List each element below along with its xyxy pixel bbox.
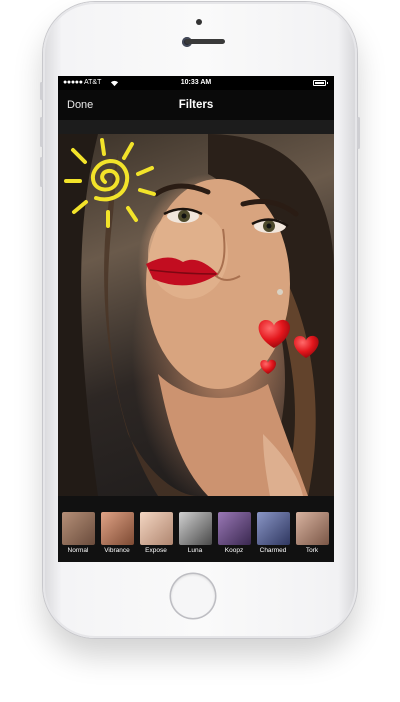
battery-icon [313, 80, 328, 86]
photo-canvas[interactable] [58, 134, 334, 496]
filter-label: Charmed [259, 547, 287, 554]
hearts-sticker[interactable] [254, 316, 324, 376]
filter-label: Luna [187, 547, 203, 554]
filter-thumbnail [178, 512, 212, 545]
filter-thumbnail [100, 512, 134, 545]
filter-label: Expose [145, 547, 167, 554]
filter-vibrance[interactable]: Vibrance [99, 512, 135, 556]
filter-koopz[interactable]: Koopz [216, 512, 252, 556]
filter-thumbnail [256, 512, 290, 545]
filter-thumbnail [295, 512, 329, 545]
filter-label: Normal [67, 547, 89, 554]
page-title: Filters [178, 99, 214, 111]
filter-charmed[interactable]: Charmed [255, 512, 291, 556]
proximity-sensor [196, 19, 202, 25]
mute-switch [40, 82, 43, 100]
sun-sticker[interactable] [60, 136, 156, 232]
power-button [357, 117, 360, 149]
home-button[interactable] [171, 574, 215, 618]
toolbar-divider [58, 120, 334, 134]
filter-thumbnail [217, 512, 251, 545]
filter-label: Tork [305, 547, 319, 554]
filter-expose[interactable]: Expose [138, 512, 174, 556]
earpiece-speaker [185, 39, 225, 44]
clock: 10:33 AM [180, 79, 212, 86]
filter-normal[interactable]: Normal [60, 512, 96, 556]
filter-thumbnail [61, 512, 95, 545]
filter-thumbnail [139, 512, 173, 545]
filter-luna[interactable]: Luna [177, 512, 213, 556]
filter-strip: Normal Vibrance Expose Luna Koopz Charme… [58, 496, 334, 562]
app-screen: ●●●●● AT&T 10:33 AM Done Filters Normal … [58, 76, 334, 562]
volume-up-button [40, 117, 43, 147]
status-bar: ●●●●● AT&T 10:33 AM [58, 76, 334, 90]
navigation-bar: Done Filters [58, 90, 334, 120]
filter-tork[interactable]: Tork [294, 512, 330, 556]
volume-down-button [40, 157, 43, 187]
filter-label: Koopz [224, 547, 244, 554]
filter-label: Vibrance [104, 547, 130, 554]
